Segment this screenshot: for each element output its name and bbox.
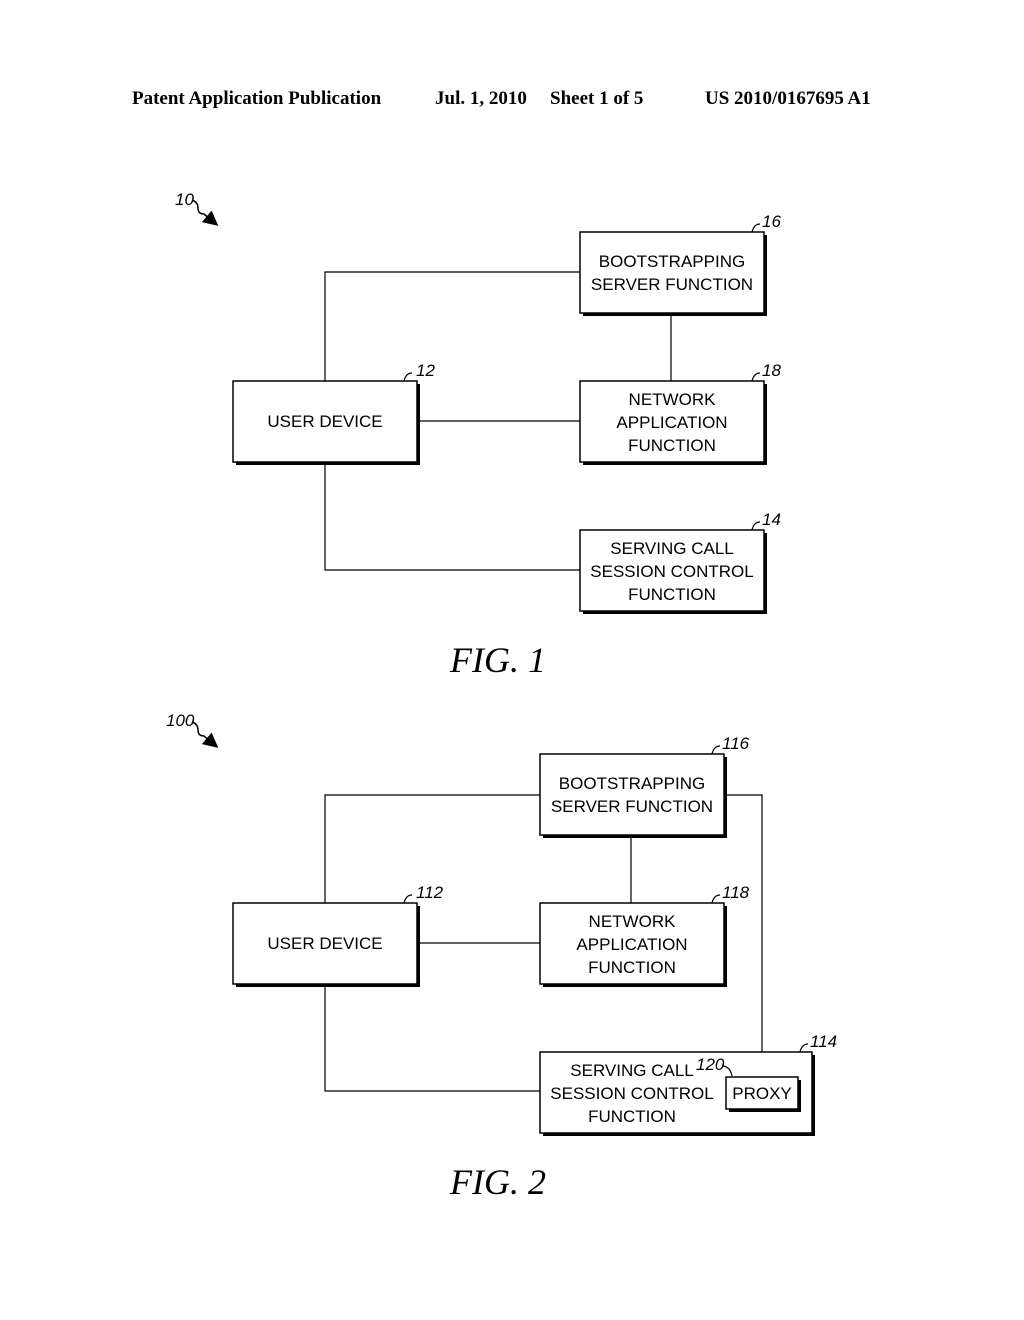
fig1-network-application-box: NETWORK APPLICATION FUNCTION 18 [579,361,781,465]
fig2-bsf-ref: 116 [722,734,750,753]
fig1-serving-call-session-box: SERVING CALL SESSION CONTROL FUNCTION 14 [579,510,781,614]
fig1-scscf-ref: 14 [762,510,781,529]
figure-1: 10 BOOTSTRAPPING SERVER FUNCTION 16 USER … [175,190,781,680]
fig1-user-device-box: USER DEVICE 12 [232,361,435,465]
fig2-proxy-ref: 120 [696,1055,725,1074]
fig1-caption: FIG. 1 [449,640,546,680]
fig1-bsf-ref: 16 [762,212,781,231]
fig2-naf-ref: 118 [722,883,750,902]
fig2-ref-arrow [191,721,219,748]
svg-text:NETWORKAPPLICATIONFUNCTION: NETWORK APPLICATION FUNCTION [576,912,687,977]
svg-text:USER DEVICE: USER DEVICE [267,412,382,431]
svg-text:PROXY: PROXY [732,1084,792,1103]
fig1-naf-ref: 18 [762,361,781,380]
fig2-user-device-box: USER DEVICE 112 [232,883,444,987]
figure-2: 100 BOOTSTRAPPING SERVER FUNCTION 116 USE… [166,711,837,1202]
fig1-ud-ref: 12 [416,361,435,380]
fig2-ud-ref: 112 [416,883,444,902]
svg-text:NETWORKAPPLICATIONFUNCTION: NETWORK APPLICATION FUNCTION [616,390,727,455]
fig1-ref-label: 10 [175,190,194,209]
fig2-ref-label: 100 [166,711,195,730]
fig2-bootstrapping-server-box: BOOTSTRAPPING SERVER FUNCTION 116 [539,734,750,838]
patent-drawing: 10 BOOTSTRAPPING SERVER FUNCTION 16 USER … [166,190,837,1202]
fig1-bootstrapping-server-box: BOOTSTRAPPING SERVER FUNCTION 16 [579,212,781,316]
fig2-network-application-box: NETWORK APPLICATION FUNCTION 118 [539,883,750,987]
fig1-ref-arrow [191,199,219,226]
fig2-caption: FIG. 2 [449,1162,546,1202]
fig2-scscf-ref: 114 [810,1032,837,1051]
svg-text:USER DEVICE: USER DEVICE [267,934,382,953]
